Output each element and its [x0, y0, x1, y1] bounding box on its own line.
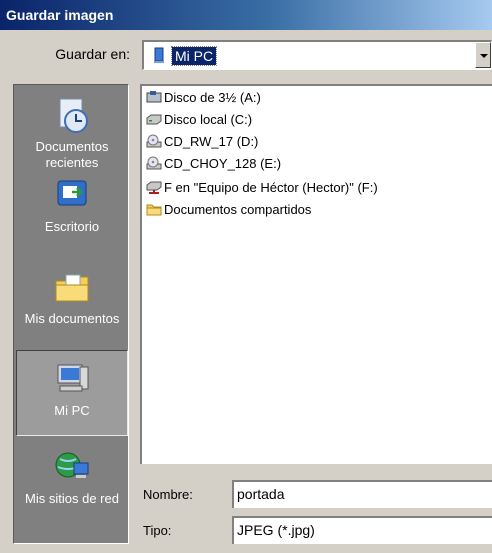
cd-drive-icon: [146, 156, 162, 170]
floppy-drive-icon: [146, 91, 162, 103]
chevron-down-icon[interactable]: [475, 42, 491, 68]
place-desktop[interactable]: Escritorio: [16, 175, 128, 235]
list-item[interactable]: CD_RW_17 (D:): [146, 132, 258, 152]
list-item[interactable]: Disco local (C:): [146, 110, 252, 130]
my-documents-icon: [55, 274, 89, 302]
my-computer-icon: [154, 47, 164, 63]
filetype-select[interactable]: JPEG (*.jpg): [232, 516, 492, 544]
filename-field[interactable]: portada: [232, 480, 492, 508]
desktop-icon: [57, 180, 87, 206]
place-label: Mi PC: [54, 403, 90, 418]
recent-documents-icon: [59, 98, 88, 133]
places-bar: Documentos recientes Escritorio Mis docu…: [13, 84, 129, 544]
hard-drive-icon: [146, 114, 162, 125]
place-my-documents[interactable]: Mis documentos: [16, 267, 128, 327]
filename-label: Nombre:: [143, 487, 193, 502]
cd-drive-icon: [146, 134, 162, 148]
network-places-icon: [55, 452, 89, 478]
file-list[interactable]: Disco de 3½ (A:) Disco local (C:) CD_RW_…: [140, 84, 492, 464]
place-my-computer[interactable]: Mi PC: [16, 350, 128, 436]
network-drive-icon: [146, 181, 162, 194]
place-network[interactable]: Mis sitios de red: [16, 447, 128, 507]
list-item[interactable]: CD_CHOY_128 (E:): [146, 154, 281, 174]
place-label: Mis sitios de red: [25, 491, 119, 506]
save-in-label: Guardar en:: [55, 46, 130, 62]
place-label: Mis documentos: [24, 311, 120, 326]
place-label: Documentos recientes: [35, 139, 109, 170]
place-label: Escritorio: [44, 219, 100, 234]
list-item[interactable]: Documentos compartidos: [146, 200, 311, 220]
list-item[interactable]: F en "Equipo de Héctor (Hector)" (F:): [146, 178, 378, 198]
list-item[interactable]: Disco de 3½ (A:): [146, 88, 261, 108]
filetype-label: Tipo:: [143, 523, 172, 538]
my-computer-icon: [57, 364, 89, 392]
place-recent-documents[interactable]: Documentos recientes: [16, 95, 128, 171]
shared-folder-icon: [146, 204, 162, 216]
dialog-title-bar[interactable]: Guardar imagen: [0, 0, 492, 30]
save-in-value: Mi PC: [170, 46, 218, 66]
dialog-title: Guardar imagen: [6, 7, 114, 23]
save-in-dropdown[interactable]: Mi PC: [142, 40, 492, 70]
